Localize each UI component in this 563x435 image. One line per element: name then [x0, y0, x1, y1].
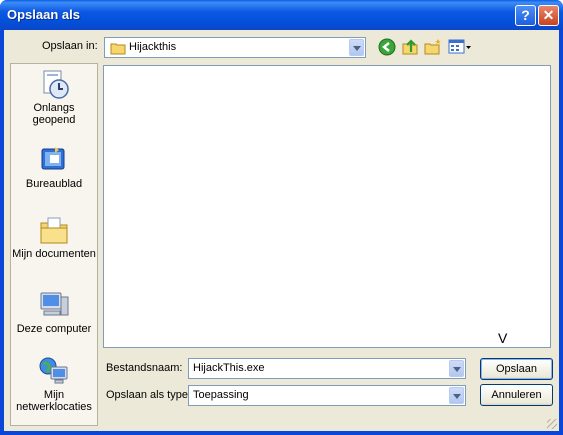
- place-label: Mijn netwerklocaties: [16, 389, 92, 413]
- save-in-value: Hijackthis: [129, 41, 177, 53]
- cancel-button[interactable]: Annuleren: [480, 384, 553, 406]
- save-in-combo[interactable]: Hijackthis: [104, 37, 366, 58]
- back-icon[interactable]: [378, 38, 396, 56]
- desktop-icon: [41, 147, 65, 170]
- place-label: Deze computer: [16, 323, 92, 335]
- places-bar: Onlangs geopend Bureaublad Mijn document…: [10, 63, 98, 426]
- cursor-mark: V: [498, 330, 508, 346]
- filename-input[interactable]: HijackThis.exe: [193, 362, 265, 374]
- dialog-body: Opslaan in: Hijackthis Onlangs geopend B…: [4, 30, 559, 431]
- file-type-select[interactable]: Toepassing: [188, 385, 466, 406]
- place-label: Mijn documenten: [12, 248, 96, 260]
- filename-label: Bestandsnaam:: [106, 362, 183, 374]
- resize-grip[interactable]: [547, 419, 557, 429]
- my-computer-icon: [40, 292, 69, 316]
- place-network[interactable]: Mijn netwerklocaties: [11, 355, 97, 413]
- folder-icon: [110, 41, 126, 58]
- place-desktop[interactable]: Bureaublad: [11, 144, 97, 190]
- save-in-dropdown-arrow[interactable]: [349, 39, 364, 56]
- file-type-value: Toepassing: [193, 389, 249, 401]
- new-folder-icon[interactable]: [424, 38, 442, 56]
- place-my-documents[interactable]: Mijn documenten: [11, 214, 97, 260]
- place-label: Bureaublad: [25, 178, 83, 190]
- place-recent[interactable]: Onlangs geopend: [11, 68, 97, 126]
- file-list[interactable]: V: [103, 65, 551, 348]
- view-menu-icon[interactable]: [448, 38, 472, 56]
- save-button[interactable]: Opslaan: [480, 358, 553, 380]
- save-in-label: Opslaan in:: [42, 40, 98, 52]
- file-type-label: Opslaan als type:: [106, 389, 191, 401]
- filename-combo[interactable]: HijackThis.exe: [188, 358, 466, 379]
- place-my-computer[interactable]: Deze computer: [11, 289, 97, 335]
- file-type-dropdown-arrow[interactable]: [449, 387, 464, 404]
- save-as-dialog: Opslaan als ? ✕ Opslaan in: Hijackthis O…: [0, 0, 563, 435]
- close-button[interactable]: ✕: [538, 5, 559, 26]
- window-title: Opslaan als: [7, 7, 80, 22]
- title-bar[interactable]: Opslaan als ? ✕: [0, 0, 563, 30]
- recent-documents-icon: [43, 70, 69, 99]
- my-documents-icon: [40, 217, 68, 244]
- help-button[interactable]: ?: [515, 5, 536, 26]
- filename-dropdown-arrow[interactable]: [449, 360, 464, 377]
- network-places-icon: [39, 357, 68, 384]
- up-folder-icon[interactable]: [401, 38, 419, 56]
- place-label: Onlangs geopend: [32, 102, 76, 126]
